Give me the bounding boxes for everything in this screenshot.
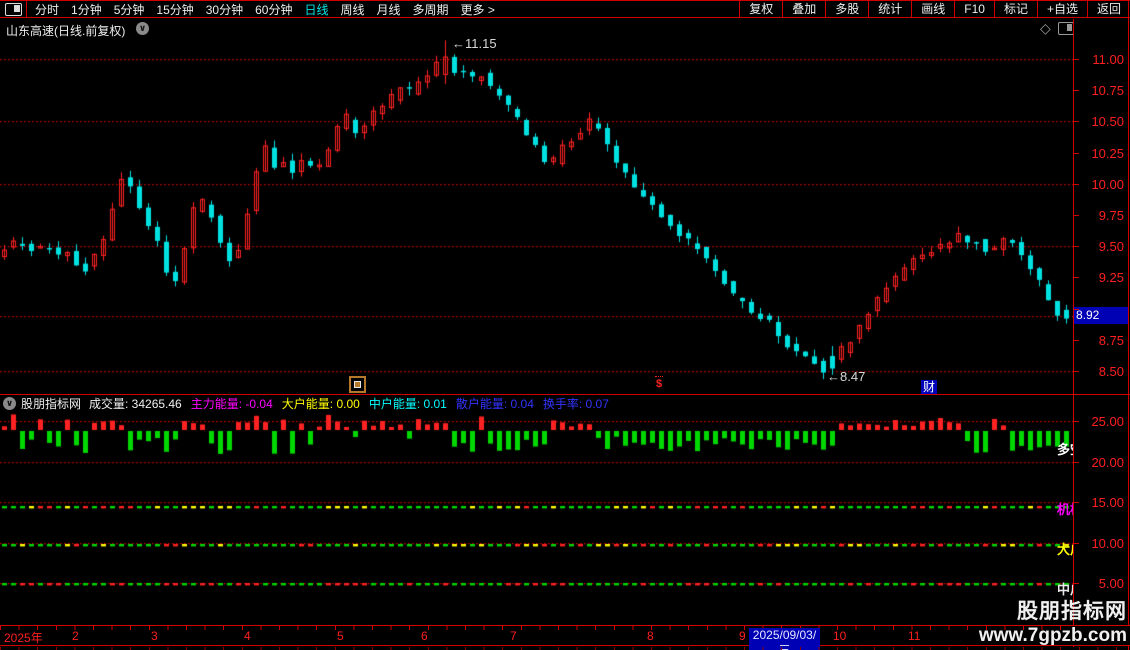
month-label-7[interactable]: 7 <box>510 629 517 643</box>
price-axis-tick <box>1074 59 1079 60</box>
indicator-axis-tick <box>1074 462 1079 463</box>
indicator-axis-tick <box>1074 502 1079 503</box>
indicator-axis-label-10.00: 10.00 <box>1091 535 1124 551</box>
dividend-marker-text: $ <box>655 378 663 390</box>
price-axis-tick <box>1074 340 1079 341</box>
action-button-标记[interactable]: 标记 <box>993 1 1037 17</box>
panel-toggle-cell[interactable] <box>0 1 27 17</box>
price-axis-label-10.25: 10.25 <box>1091 145 1124 161</box>
indicator-header: ∨ 股朋指标网 成交量: 34265.46 主力能量: -0.04 大户能量: 0.… <box>0 395 1073 412</box>
indicator-brand: 股朋指标网 <box>21 397 82 411</box>
month-label-6[interactable]: 6 <box>421 629 428 643</box>
current-price-badge: 8.92 <box>1074 307 1128 324</box>
price-axis-label-9.50: 9.50 <box>1098 239 1124 255</box>
candlestick-chart-canvas[interactable] <box>0 19 1073 394</box>
indicator-axis-tick <box>1074 421 1079 422</box>
indicator-axis-label-5.00: 5.00 <box>1098 576 1124 591</box>
indicator-axis-label-15.00: 15.00 <box>1091 495 1124 510</box>
month-label-2025年[interactable]: 2025年 <box>4 629 43 646</box>
watermark-brand: 股朋指标网 <box>1017 600 1127 623</box>
period-tab-多周期[interactable]: 多周期 <box>413 1 449 18</box>
indicator-field-0: 成交量: 34265.46 <box>89 397 182 411</box>
peak-price-annotation: ←11.15 <box>452 36 497 51</box>
month-label-3[interactable]: 3 <box>151 629 158 643</box>
price-axis-label-10.50: 10.50 <box>1091 114 1124 130</box>
indicator-line-label-大户: 大户 <box>1057 542 1073 557</box>
period-tab-5分钟[interactable]: 5分钟 <box>114 1 145 18</box>
price-axis-tick <box>1074 246 1079 247</box>
month-label-9[interactable]: 9 <box>739 629 746 643</box>
price-axis-label-8.50: 8.50 <box>1098 364 1124 379</box>
period-tab-月线[interactable]: 月线 <box>377 1 401 18</box>
indicator-field-3: 中户能量: 0.01 <box>368 397 447 411</box>
action-button-返回[interactable]: 返回 <box>1086 1 1130 17</box>
month-label-5[interactable]: 5 <box>337 629 344 643</box>
axis-separator-line <box>1073 19 1074 647</box>
date-axis[interactable]: 2025/09/03/三 2025年234567891011 <box>0 625 1130 650</box>
price-axis-tick <box>1074 371 1079 372</box>
period-tab-更多 >[interactable]: 更多 > <box>461 1 495 18</box>
indicator-axis-label-20.00: 20.00 <box>1091 454 1124 470</box>
period-tab-1分钟[interactable]: 1分钟 <box>71 1 102 18</box>
indicator-axis-tick <box>1074 543 1079 544</box>
period-tab-周线[interactable]: 周线 <box>340 1 364 18</box>
price-axis-label-9.75: 9.75 <box>1098 208 1124 223</box>
price-axis-label-10.00: 10.00 <box>1091 176 1124 192</box>
month-label-2[interactable]: 2 <box>72 629 79 643</box>
price-axis-tick <box>1074 153 1079 154</box>
indicator-panel-canvas[interactable] <box>0 412 1073 624</box>
trough-price-annotation: ←8.47 <box>827 369 866 384</box>
indicator-field-1: 主力能量: -0.04 <box>190 397 273 411</box>
price-axis-label-8.75: 8.75 <box>1098 332 1124 348</box>
indicator-axis-tick <box>1074 583 1079 584</box>
indicator-line-label-多空: 多空 <box>1057 442 1073 457</box>
month-label-4[interactable]: 4 <box>244 629 251 643</box>
action-buttons: 复权 叠加 多股 统计 画线 F10 标记 +自选 返回 <box>739 1 1130 17</box>
price-axis-tick <box>1074 121 1079 122</box>
indicator-line-label-机构: 机构 <box>1057 502 1073 517</box>
cai-report-marker-icon[interactable]: 财 <box>921 380 938 395</box>
price-axis-tick <box>1074 277 1079 278</box>
period-tab-日线[interactable]: 日线 <box>304 1 328 18</box>
price-axis-tick <box>1074 184 1079 185</box>
price-axis-label-11.00: 11.00 <box>1092 52 1124 67</box>
price-axis-tick <box>1074 90 1079 91</box>
period-tab-分时[interactable]: 分时 <box>35 1 59 18</box>
period-tabs: 分时 1分钟 5分钟 15分钟 30分钟 60分钟 日线 周线 月线 多周期 更多 > <box>35 1 495 18</box>
watermark-url: www.7gpzb.com <box>978 625 1127 646</box>
action-button-画线[interactable]: 画线 <box>911 1 954 17</box>
indicator-field-4: 散户能量: 0.04 <box>455 397 534 411</box>
action-button-多股[interactable]: 多股 <box>825 1 868 17</box>
action-button-F10[interactable]: F10 <box>954 1 994 17</box>
period-tab-30分钟[interactable]: 30分钟 <box>206 1 243 18</box>
panel-toggle-icon <box>4 2 22 16</box>
price-axis-label-9.25: 9.25 <box>1098 270 1124 286</box>
price-axis-tick <box>1074 309 1079 310</box>
indicator-chevron-down-icon[interactable]: ∨ <box>3 397 16 410</box>
watermark: 股朋指标网 www.7gpzb.com <box>979 595 1127 647</box>
hui-event-marker-icon[interactable] <box>349 376 366 393</box>
trading-app-window: 分时 1分钟 5分钟 15分钟 30分钟 60分钟 日线 周线 月线 多周期 更多 > 复权 叠加 多股… <box>0 0 1130 650</box>
indicator-field-5: 换手率: 0.07 <box>542 397 609 411</box>
period-tab-15分钟[interactable]: 15分钟 <box>156 1 193 18</box>
action-button-+自选[interactable]: +自选 <box>1036 1 1087 17</box>
price-axis-tick <box>1074 215 1079 216</box>
top-toolbar: 分时 1分钟 5分钟 15分钟 30分钟 60分钟 日线 周线 月线 多周期 更多 > 复权 叠加 多股… <box>0 0 1130 18</box>
month-label-8[interactable]: 8 <box>647 629 654 643</box>
month-label-10[interactable]: 10 <box>833 629 846 643</box>
period-tab-60分钟[interactable]: 60分钟 <box>255 1 292 18</box>
price-axis-label-10.75: 10.75 <box>1091 83 1124 99</box>
action-button-复权[interactable]: 复权 <box>739 1 782 17</box>
indicator-axis-label-25.00: 25.00 <box>1091 414 1124 429</box>
right-border-line <box>1128 0 1129 650</box>
action-button-统计[interactable]: 统计 <box>868 1 911 17</box>
month-label-11[interactable]: 11 <box>908 629 920 643</box>
action-button-叠加[interactable]: 叠加 <box>782 1 825 17</box>
dividend-marker-icon[interactable]: $ <box>655 376 663 390</box>
indicator-field-2: 大户能量: 0.00 <box>281 397 360 411</box>
hui-marker-inner <box>354 381 361 388</box>
